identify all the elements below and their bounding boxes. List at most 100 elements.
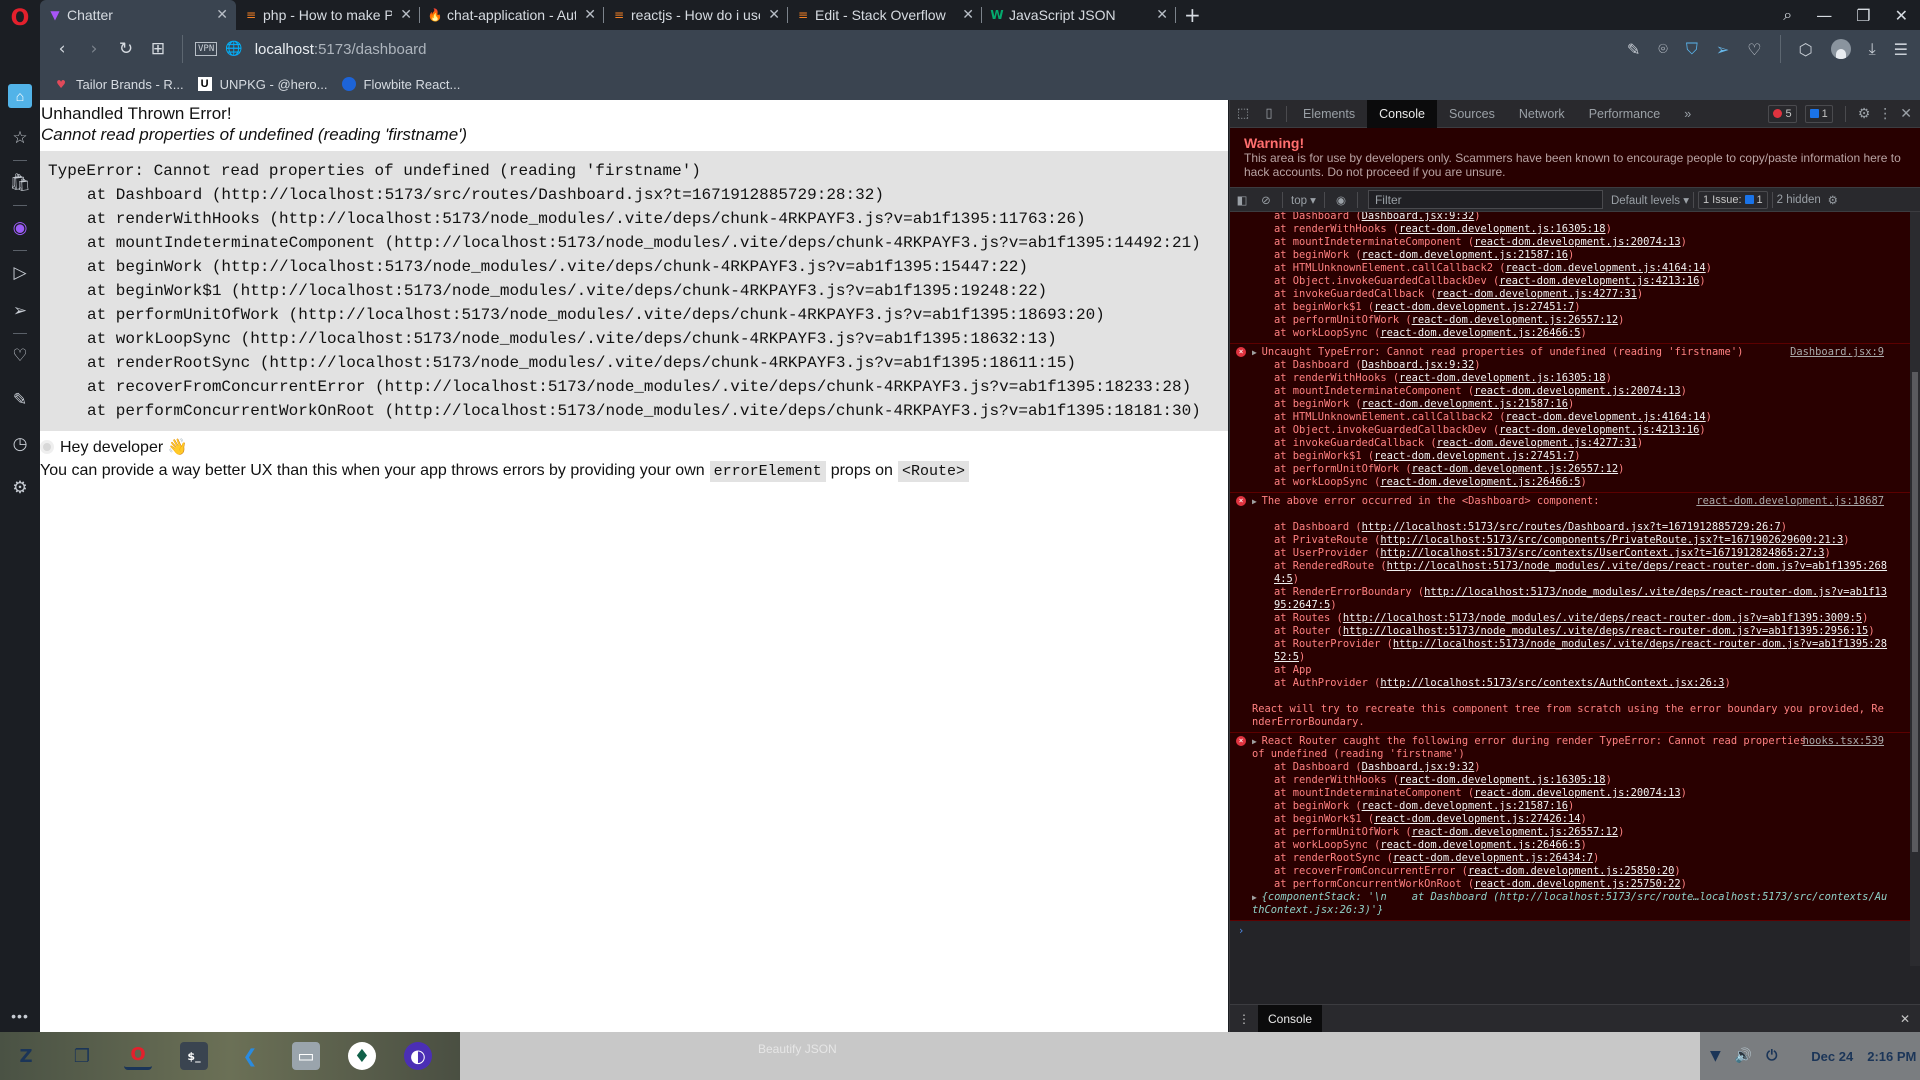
camera-icon[interactable]: ⌾ [1658, 39, 1668, 59]
console-error-message[interactable]: × ▶ Uncaught TypeError: Cannot read prope… [1230, 344, 1920, 493]
source-link[interactable]: react-dom.development.js:18687 [1696, 495, 1884, 508]
source-link[interactable]: react-dom.development.js:26557:12 [1412, 463, 1618, 475]
source-link[interactable]: http://localhost:5173/src/components/Pri… [1380, 534, 1843, 546]
source-link[interactable]: http://localhost:5173/src/routes/Dashboa… [1362, 521, 1781, 533]
logged-object[interactable]: ▶ {componentStack: '\n at Dashboard (htt… [1252, 891, 1890, 917]
context-selector[interactable]: top ▾ [1287, 193, 1320, 207]
source-link[interactable]: react-dom.development.js:4164:14 [1505, 262, 1705, 274]
opera-app-icon[interactable]: O [124, 1042, 152, 1070]
source-link[interactable]: react-dom.development.js:20074:13 [1474, 787, 1680, 799]
minimize-icon[interactable]: — [1816, 6, 1832, 25]
clear-console-icon[interactable]: ⊘ [1254, 193, 1278, 207]
close-tab-icon[interactable]: ✕ [584, 7, 596, 23]
live-expression-eye-icon[interactable]: ◉ [1329, 193, 1353, 207]
opera-logo-icon[interactable]: O [9, 8, 31, 30]
error-count-badge[interactable]: 5 [1768, 104, 1797, 123]
source-link[interactable]: react-dom.development.js:25850:20 [1468, 865, 1674, 877]
tab-edit-stack-overflow[interactable]: ≡ Edit - Stack Overflow ✕ [788, 0, 982, 30]
source-link[interactable]: react-dom.development.js:26466:5 [1380, 839, 1580, 851]
download-icon[interactable]: ⤓ [1869, 39, 1876, 59]
issue-count-badge[interactable]: 1 [1804, 104, 1833, 123]
source-link[interactable]: react-dom.development.js:20074:13 [1474, 236, 1680, 248]
tab-reactjs[interactable]: ≡ reactjs - How do i use ✕ [604, 0, 788, 30]
profile-avatar[interactable] [1830, 39, 1851, 59]
restore-icon[interactable]: ❐ [1856, 6, 1870, 25]
tab-performance[interactable]: Performance [1577, 100, 1673, 128]
console-scrollbar[interactable] [1910, 212, 1920, 966]
close-tab-icon[interactable]: ✕ [768, 7, 780, 23]
time[interactable]: 2:16 PM [1867, 1049, 1916, 1064]
forward-button[interactable]: › [78, 39, 110, 59]
volume-icon[interactable]: 🔊 [1735, 1048, 1752, 1064]
tab-elements[interactable]: Elements [1291, 100, 1367, 128]
expand-triangle-icon[interactable]: ▶ [1252, 348, 1262, 357]
close-window-icon[interactable]: ✕ [1895, 6, 1908, 25]
settings-icon[interactable]: ⚙ [8, 476, 32, 500]
terminal-icon[interactable]: $_ [180, 1042, 208, 1070]
log-levels-dropdown[interactable]: Default levels ▾ [1611, 193, 1689, 207]
source-link[interactable]: hooks.tsx:539 [1803, 735, 1884, 748]
more-tabs-button[interactable]: » [1672, 100, 1703, 128]
source-link[interactable]: react-dom.development.js:16305:18 [1399, 372, 1605, 384]
drawer-menu-icon[interactable]: ⋮ [1230, 1012, 1258, 1026]
tab-php-pdf[interactable]: ≡ php - How to make PDF ✕ [236, 0, 420, 30]
source-link[interactable]: react-dom.development.js:26466:5 [1380, 476, 1580, 488]
source-link[interactable]: react-dom.development.js:20074:13 [1474, 385, 1680, 397]
zorin-menu-icon[interactable]: Z [12, 1042, 40, 1070]
home-icon[interactable]: ⌂ [8, 84, 32, 108]
wifi-icon[interactable]: ▼ [1710, 1048, 1721, 1064]
console-error-message[interactable]: at Dashboard (Dashboard.jsx:9:32) at rend… [1230, 212, 1920, 344]
app-icon[interactable]: ◐ [404, 1042, 432, 1070]
expand-triangle-icon[interactable]: ▶ [1252, 737, 1262, 746]
flow-send-icon[interactable]: ➢ [1716, 40, 1729, 59]
issues-button[interactable]: 1 Issue: 1 [1697, 190, 1768, 209]
source-link[interactable]: Dashboard.jsx:9:32 [1362, 212, 1475, 222]
source-link[interactable]: react-dom.development.js:25750:22 [1474, 878, 1680, 890]
close-tab-icon[interactable]: ✕ [962, 7, 974, 23]
files-icon[interactable]: ▭ [292, 1042, 320, 1070]
close-devtools-icon[interactable]: ✕ [1900, 106, 1912, 122]
player-icon[interactable]: ▷ [8, 261, 32, 285]
tab-javascript-json[interactable]: W JavaScript JSON ✕ [982, 0, 1176, 30]
message-head[interactable]: ▶ React Router caught the following erro… [1252, 735, 1890, 761]
console-settings-icon[interactable]: ⚙ [1821, 193, 1845, 207]
source-link[interactable]: Dashboard.jsx:9:32 [1362, 761, 1475, 773]
source-link[interactable]: react-dom.development.js:26434:7 [1393, 852, 1593, 864]
source-link[interactable]: http://localhost:5173/node_modules/.vite… [1343, 625, 1868, 637]
star-icon[interactable]: ☆ [8, 126, 32, 150]
new-tab-button[interactable]: + [1184, 3, 1201, 27]
source-link[interactable]: react-dom.development.js:4277:31 [1437, 437, 1637, 449]
source-link[interactable]: react-dom.development.js:27426:14 [1374, 813, 1580, 825]
source-link[interactable]: react-dom.development.js:27451:7 [1374, 301, 1574, 313]
source-link[interactable]: http://localhost:5173/src/contexts/AuthC… [1380, 677, 1724, 689]
sidebar-toggle-icon[interactable]: ◧ [1230, 193, 1254, 207]
extensions-cube-icon[interactable]: ⬡ [1799, 40, 1813, 59]
power-icon[interactable]: ⏻ [1766, 1048, 1777, 1064]
messenger-icon[interactable]: ◉ [8, 216, 32, 240]
tab-network[interactable]: Network [1507, 100, 1577, 128]
source-link[interactable]: react-dom.development.js:27451:7 [1374, 450, 1574, 462]
bookmark-flowbite[interactable]: Flowbite React... [341, 77, 460, 92]
search-tabs-icon[interactable]: ⌕ [1783, 5, 1792, 25]
kebab-menu-icon[interactable]: ⋮ [1878, 106, 1892, 122]
source-link[interactable]: react-dom.development.js:26466:5 [1380, 327, 1580, 339]
more-icon[interactable]: ••• [11, 1008, 29, 1024]
pinboard-icon[interactable]: ✎ [8, 388, 32, 412]
heart-icon[interactable]: ♡ [1747, 40, 1761, 59]
tab-chatter[interactable]: ▼ Chatter ✕ [40, 0, 236, 30]
bookmark-tailor-brands[interactable]: ♥ Tailor Brands - R... [54, 77, 184, 92]
bookmark-unpkg[interactable]: U UNPKG - @hero... [197, 77, 328, 92]
close-tab-icon[interactable]: ✕ [1156, 7, 1168, 23]
history-icon[interactable]: ◷ [8, 432, 32, 456]
device-toggle-icon[interactable]: ▯ [1256, 106, 1282, 121]
source-link[interactable]: react-dom.development.js:4213:16 [1499, 275, 1699, 287]
close-drawer-icon[interactable]: ✕ [1900, 1012, 1920, 1026]
workspaces-icon[interactable]: ❐ [68, 1042, 96, 1070]
console-error-message[interactable]: × ▶ The above error occurred in the <Dash… [1230, 493, 1920, 733]
url-input[interactable]: localhost:5173/dashboard [255, 41, 427, 58]
source-link[interactable]: http://localhost:5173/node_modules/.vite… [1343, 612, 1862, 624]
filter-input[interactable]: Filter [1367, 190, 1603, 209]
vscode-icon[interactable]: ❮ [236, 1042, 264, 1070]
source-link[interactable]: react-dom.development.js:4277:31 [1437, 288, 1637, 300]
inspect-element-icon[interactable]: ⬚ [1230, 106, 1256, 121]
